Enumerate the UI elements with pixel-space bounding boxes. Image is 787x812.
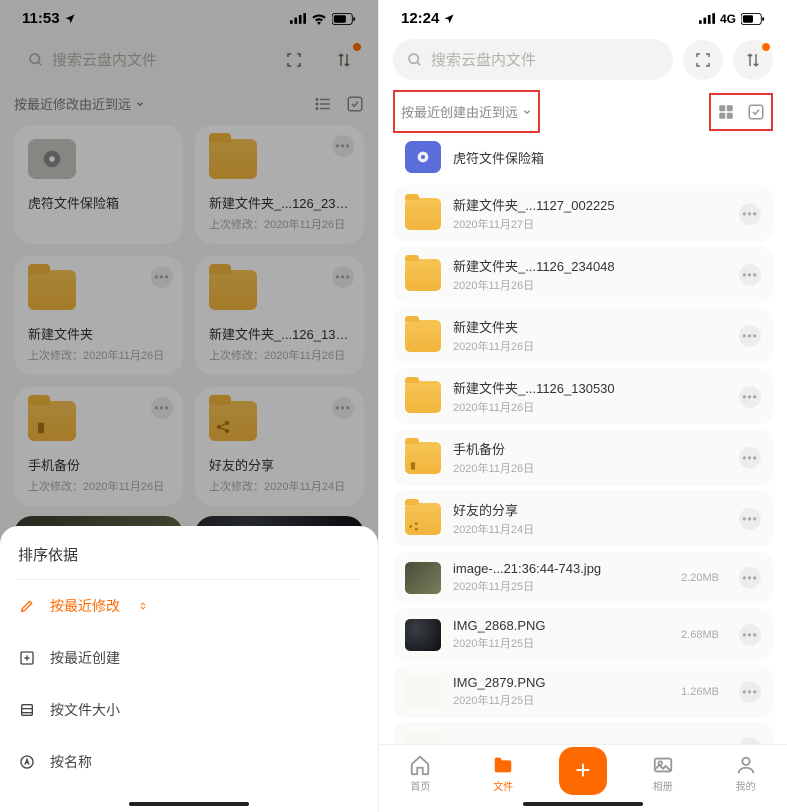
home-icon [409, 754, 431, 776]
search-row: 搜索云盘内文件 [379, 33, 787, 90]
list-row[interactable]: IMG_2879.PNG 2020年11月25日 1.26MB ••• [393, 665, 773, 718]
signal-icon [699, 13, 715, 24]
location-icon [443, 13, 455, 25]
row-subtitle: 2020年11月26日 [453, 460, 727, 476]
add-button[interactable]: + [559, 747, 607, 795]
tab-folder[interactable]: 文件 [476, 754, 530, 793]
tab-label: 首页 [410, 778, 430, 793]
sort-sheet: 排序依据 按最近修改按最近创建按文件大小按名称 [0, 526, 378, 812]
sort-option[interactable]: 按最近修改 [18, 580, 360, 632]
alpha-icon [18, 754, 36, 770]
list-row[interactable]: image-...21:36:44-743.jpg 2020年11月25日 2.20… [393, 551, 773, 604]
row-title: 新建文件夹_...1127_002225 [453, 195, 727, 214]
phone-right: 12:24 4G 搜索云盘内文件 按最近创建由近到远 [378, 0, 787, 812]
list-row[interactable]: 新建文件夹_...1126_234048 2020年11月26日 ••• [393, 246, 773, 303]
more-button[interactable]: ••• [739, 567, 761, 589]
sheet-title: 排序依据 [18, 544, 360, 580]
row-subtitle: 2020年11月26日 [453, 277, 727, 293]
tab-label: 相册 [653, 778, 673, 793]
list-row[interactable]: 新建文件夹_...1126_130530 2020年11月26日 ••• [393, 368, 773, 425]
row-subtitle: 2020年11月26日 [453, 338, 727, 354]
sort-option[interactable]: 按文件大小 [18, 684, 360, 736]
tab-gallery[interactable]: 相册 [636, 754, 690, 793]
row-size: 2.20MB [681, 572, 719, 584]
tab-user[interactable]: 我的 [719, 754, 773, 793]
row-title: 新建文件夹_...1126_234048 [453, 256, 727, 275]
notification-dot [762, 43, 770, 51]
list-row[interactable]: IMG_2868.PNG 2020年11月25日 2.68MB ••• [393, 608, 773, 661]
row-title: IMG_2868.PNG [453, 618, 669, 633]
list-row[interactable]: 好友的分享 2020年11月24日 ••• [393, 490, 773, 547]
home-indicator[interactable] [523, 802, 643, 806]
transfer-button[interactable] [733, 40, 773, 80]
row-subtitle: 2020年11月24日 [453, 521, 727, 537]
folder-icon [492, 754, 514, 776]
row-title: 好友的分享 [453, 500, 727, 519]
more-button[interactable]: ••• [739, 508, 761, 530]
more-button[interactable]: ••• [739, 386, 761, 408]
search-placeholder: 搜索云盘内文件 [431, 49, 536, 70]
more-button[interactable]: ••• [739, 624, 761, 646]
row-title: image-...21:36:44-743.jpg [453, 561, 669, 576]
more-button[interactable]: ••• [739, 681, 761, 703]
row-subtitle: 2020年11月25日 [453, 692, 669, 708]
sort-row: 按最近创建由近到远 [379, 90, 787, 133]
edit-icon [18, 598, 36, 614]
home-indicator[interactable] [129, 802, 249, 806]
tab-label: 文件 [493, 778, 513, 793]
row-subtitle: 2020年11月25日 [453, 635, 669, 651]
row-title: IMG_2879.PNG [453, 675, 669, 690]
more-button[interactable]: ••• [739, 325, 761, 347]
list-row[interactable]: 虎符文件保险箱 [393, 133, 773, 181]
phone-left: 11:53 搜索云盘内文件 按最近修改由近到远 虎符 [0, 0, 378, 812]
row-title: 虎符文件保险箱 [453, 148, 761, 167]
sort-dropdown[interactable]: 按最近创建由近到远 [393, 90, 540, 133]
scan-icon [694, 51, 712, 69]
battery-icon [741, 13, 765, 25]
row-subtitle: 2020年11月27日 [453, 216, 727, 232]
plus-box-icon [18, 650, 36, 666]
status-time: 12:24 [401, 10, 439, 27]
more-button[interactable]: ••• [739, 447, 761, 469]
search-icon [407, 52, 423, 68]
row-title: 新建文件夹 [453, 317, 727, 336]
sort-option-label: 按文件大小 [50, 700, 120, 720]
transfer-icon [744, 51, 762, 69]
row-subtitle: 2020年11月26日 [453, 399, 727, 415]
size-icon [18, 702, 36, 718]
more-button[interactable]: ••• [739, 264, 761, 286]
scan-button[interactable] [683, 40, 723, 80]
user-icon [735, 754, 757, 776]
list-row[interactable]: 手机备份 2020年11月26日 ••• [393, 429, 773, 486]
row-title: 手机备份 [453, 439, 727, 458]
sort-option-label: 按最近修改 [50, 596, 120, 616]
file-list: 虎符文件保险箱新建文件夹_...1127_002225 2020年11月27日 ••… [379, 133, 787, 774]
sort-option-label: 按最近创建 [50, 648, 120, 668]
row-title: 新建文件夹_...1126_130530 [453, 378, 727, 397]
sort-arrows-icon [138, 601, 148, 611]
sort-option[interactable]: 按最近创建 [18, 632, 360, 684]
grid-view-icon[interactable] [717, 103, 735, 121]
tab-label: 我的 [736, 778, 756, 793]
row-size: 1.26MB [681, 686, 719, 698]
list-row[interactable]: 新建文件夹 2020年11月26日 ••• [393, 307, 773, 364]
sort-option[interactable]: 按名称 [18, 736, 360, 788]
network-label: 4G [720, 12, 736, 26]
list-row[interactable]: 新建文件夹_...1127_002225 2020年11月27日 ••• [393, 185, 773, 242]
search-input[interactable]: 搜索云盘内文件 [393, 39, 673, 80]
row-subtitle: 2020年11月25日 [453, 578, 669, 594]
gallery-icon [652, 754, 674, 776]
row-size: 2.68MB [681, 629, 719, 641]
status-bar: 12:24 4G [379, 0, 787, 33]
more-button[interactable]: ••• [739, 203, 761, 225]
chevron-down-icon [522, 107, 532, 117]
tab-home[interactable]: 首页 [393, 754, 447, 793]
sort-option-label: 按名称 [50, 752, 92, 772]
select-icon[interactable] [747, 103, 765, 121]
